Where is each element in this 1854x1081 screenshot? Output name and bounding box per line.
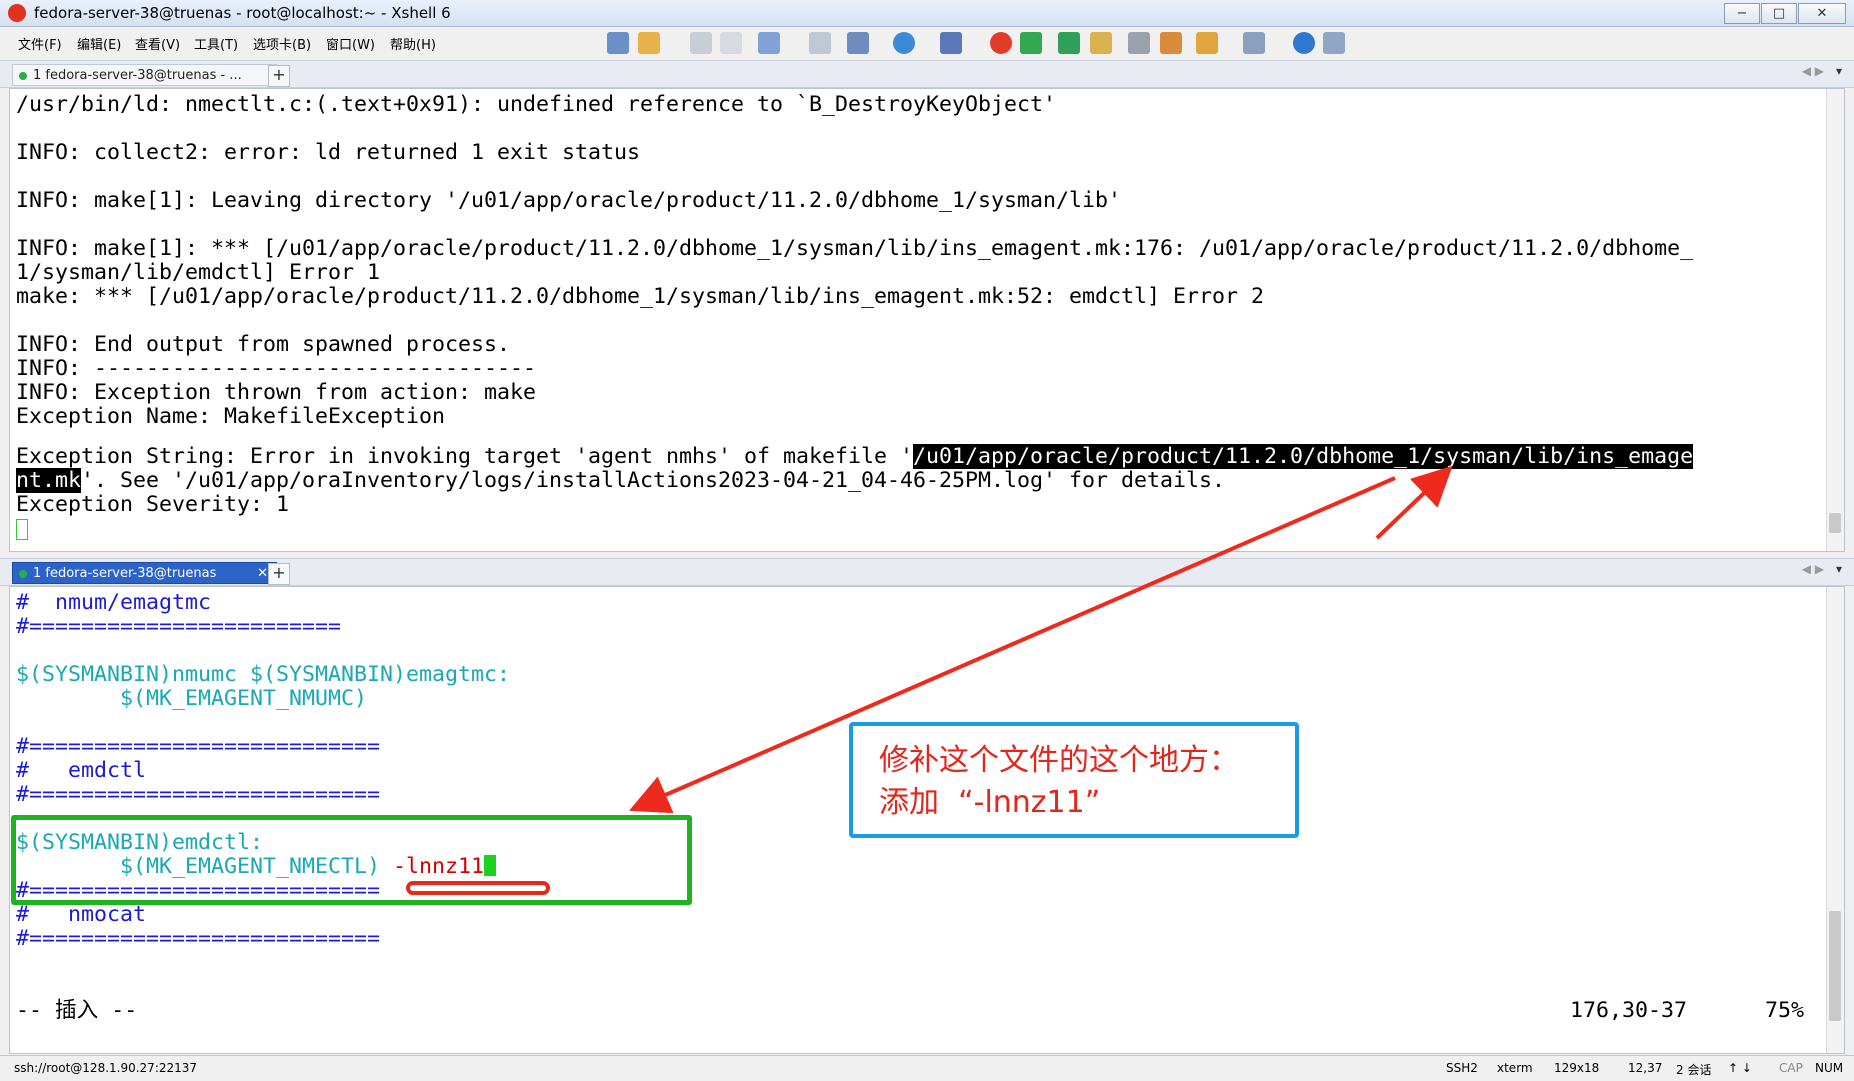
annotation-line-1: 修补这个文件的这个地方：: [879, 743, 1239, 778]
annotation-arrows: [628, 465, 1453, 814]
annotation-note: 修补这个文件的这个地方： 添加 “-lnnz11”: [849, 722, 1299, 838]
annotation-line-2: 添加 “-lnnz11”: [879, 785, 1101, 820]
annotation-text: 修补这个文件的这个地方： 添加 “-lnnz11”: [879, 740, 1239, 824]
